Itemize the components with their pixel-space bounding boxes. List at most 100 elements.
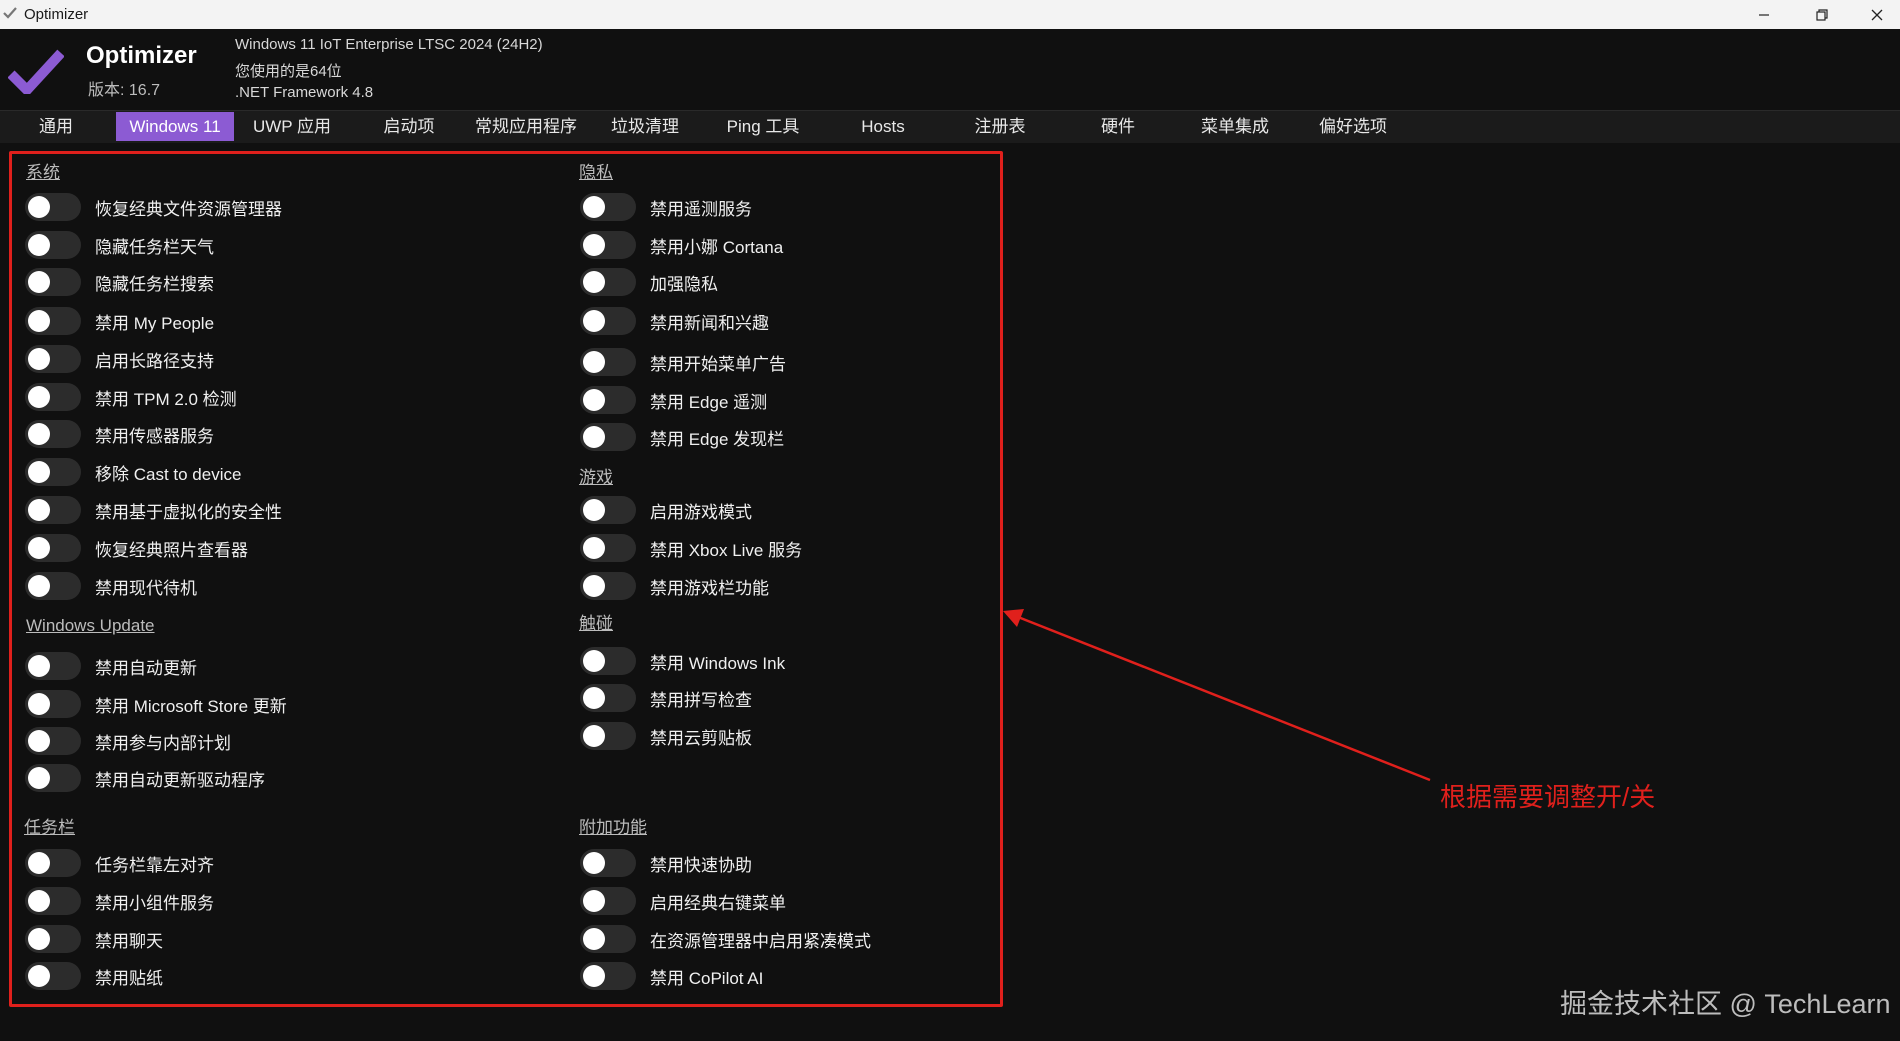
option-restore-photo-viewer[interactable]: 恢复经典照片查看器 [25, 534, 248, 562]
option-disable-store-updates[interactable]: 禁用 Microsoft Store 更新 [25, 690, 287, 718]
option-enable-game-mode[interactable]: 启用游戏模式 [580, 496, 752, 524]
option-disable-news-interests[interactable]: 禁用新闻和兴趣 [580, 307, 769, 335]
toggle-switch[interactable] [25, 887, 81, 915]
option-disable-cloud-clipboard[interactable]: 禁用云剪贴板 [580, 722, 752, 750]
app-name: Optimizer [86, 42, 197, 69]
toggle-switch[interactable] [25, 764, 81, 792]
toggle-switch[interactable] [25, 727, 81, 755]
toggle-switch[interactable] [580, 887, 636, 915]
tab-cleaner[interactable]: 垃圾清理 [590, 112, 700, 141]
toggle-switch[interactable] [580, 423, 636, 451]
section-title-gaming: 游戏 [579, 468, 613, 487]
option-disable-quick-assist[interactable]: 禁用快速协助 [580, 849, 752, 877]
toggle-switch[interactable] [580, 962, 636, 990]
tab-hardware[interactable]: 硬件 [1063, 112, 1173, 141]
option-disable-driver-updates[interactable]: 禁用自动更新驱动程序 [25, 764, 265, 792]
toggle-switch[interactable] [580, 684, 636, 712]
toggle-switch[interactable] [25, 193, 81, 221]
option-restore-classic-explorer[interactable]: 恢复经典文件资源管理器 [25, 193, 282, 221]
toggle-switch[interactable] [580, 849, 636, 877]
option-hide-taskbar-search[interactable]: 隐藏任务栏搜索 [25, 268, 214, 296]
tab-windows-11[interactable]: Windows 11 [116, 112, 234, 141]
app-version: 版本: 16.7 [88, 82, 161, 99]
toggle-switch[interactable] [580, 722, 636, 750]
section-title-privacy: 隐私 [579, 163, 613, 182]
toggle-switch[interactable] [25, 420, 81, 448]
section-title-taskbar: 任务栏 [24, 818, 75, 837]
option-disable-windows-ink[interactable]: 禁用 Windows Ink [580, 647, 785, 675]
option-disable-game-bar[interactable]: 禁用游戏栏功能 [580, 572, 769, 600]
tab-general[interactable]: 通用 [6, 112, 106, 141]
option-disable-edge-telemetry[interactable]: 禁用 Edge 遥测 [580, 386, 767, 414]
toggle-switch[interactable] [580, 231, 636, 259]
option-disable-my-people[interactable]: 禁用 My People [25, 307, 214, 335]
tab-ping-tool[interactable]: Ping 工具 [708, 112, 818, 141]
toggle-switch[interactable] [580, 386, 636, 414]
logo-checkmark-icon [8, 49, 64, 94]
toggle-switch[interactable] [25, 231, 81, 259]
option-explorer-compact-mode[interactable]: 在资源管理器中启用紧凑模式 [580, 925, 871, 953]
toggle-switch[interactable] [580, 647, 636, 675]
toggle-switch[interactable] [580, 572, 636, 600]
arch-info: 您使用的是64位 [235, 63, 342, 80]
toggle-switch[interactable] [25, 962, 81, 990]
option-disable-telemetry[interactable]: 禁用遥测服务 [580, 193, 752, 221]
option-disable-modern-standby[interactable]: 禁用现代待机 [25, 572, 197, 600]
tab-common-apps[interactable]: 常规应用程序 [466, 112, 586, 141]
option-enhance-privacy[interactable]: 加强隐私 [580, 268, 718, 296]
watermark: 掘金技术社区 @ TechLearn [1560, 989, 1891, 1019]
option-disable-sensor-service[interactable]: 禁用传感器服务 [25, 420, 214, 448]
toggle-switch[interactable] [25, 383, 81, 411]
section-title-touch: 触碰 [579, 614, 613, 633]
option-hide-taskbar-weather[interactable]: 隐藏任务栏天气 [25, 231, 214, 259]
toggle-switch[interactable] [25, 690, 81, 718]
option-disable-edge-discover[interactable]: 禁用 Edge 发现栏 [580, 423, 784, 451]
toggle-switch[interactable] [580, 496, 636, 524]
option-disable-chat[interactable]: 禁用聊天 [25, 925, 163, 953]
option-remove-cast-to-device[interactable]: 移除 Cast to device [25, 458, 241, 486]
toggle-switch[interactable] [25, 925, 81, 953]
tab-preferences[interactable]: 偏好选项 [1298, 112, 1408, 141]
toggle-switch[interactable] [580, 348, 636, 376]
tab-uwp-apps[interactable]: UWP 应用 [236, 112, 348, 141]
tab-startup[interactable]: 启动项 [356, 112, 462, 141]
option-disable-copilot[interactable]: 禁用 CoPilot AI [580, 962, 763, 990]
option-classic-context-menu[interactable]: 启用经典右键菜单 [580, 887, 786, 915]
option-disable-stickers[interactable]: 禁用贴纸 [25, 962, 163, 990]
option-taskbar-left-align[interactable]: 任务栏靠左对齐 [25, 849, 214, 877]
close-button[interactable] [1854, 0, 1900, 29]
restore-button[interactable] [1799, 0, 1845, 29]
option-disable-vbs[interactable]: 禁用基于虚拟化的安全性 [25, 496, 282, 524]
minimize-button[interactable] [1741, 0, 1787, 29]
toggle-switch[interactable] [580, 925, 636, 953]
toggle-switch[interactable] [25, 652, 81, 680]
option-disable-widgets[interactable]: 禁用小组件服务 [25, 887, 214, 915]
annotation-text: 根据需要调整开/关 [1440, 782, 1656, 812]
toggle-switch[interactable] [25, 534, 81, 562]
tab-hosts[interactable]: Hosts [828, 112, 938, 141]
toggle-switch[interactable] [25, 307, 81, 335]
option-disable-xbox-live[interactable]: 禁用 Xbox Live 服务 [580, 534, 802, 562]
option-disable-insider[interactable]: 禁用参与内部计划 [25, 727, 231, 755]
toggle-switch[interactable] [580, 193, 636, 221]
framework-info: .NET Framework 4.8 [235, 84, 374, 101]
option-disable-tpm-check[interactable]: 禁用 TPM 2.0 检测 [25, 383, 237, 411]
toggle-switch[interactable] [25, 268, 81, 296]
option-disable-auto-update[interactable]: 禁用自动更新 [25, 652, 197, 680]
toggle-switch[interactable] [25, 458, 81, 486]
option-disable-start-ads[interactable]: 禁用开始菜单广告 [580, 348, 786, 376]
tab-registry[interactable]: 注册表 [945, 112, 1055, 141]
toggle-switch[interactable] [25, 345, 81, 373]
section-title-windows-update: Windows Update [26, 616, 155, 635]
toggle-switch[interactable] [25, 849, 81, 877]
toggle-switch[interactable] [580, 534, 636, 562]
tab-menu-integration[interactable]: 菜单集成 [1180, 112, 1290, 141]
option-disable-spellcheck[interactable]: 禁用拼写检查 [580, 684, 752, 712]
toggle-switch[interactable] [25, 496, 81, 524]
option-disable-cortana[interactable]: 禁用小娜 Cortana [580, 231, 783, 259]
toggle-switch[interactable] [580, 268, 636, 296]
toggle-switch[interactable] [580, 307, 636, 335]
option-enable-long-paths[interactable]: 启用长路径支持 [25, 345, 214, 373]
minimize-icon [1759, 13, 1769, 16]
toggle-switch[interactable] [25, 572, 81, 600]
